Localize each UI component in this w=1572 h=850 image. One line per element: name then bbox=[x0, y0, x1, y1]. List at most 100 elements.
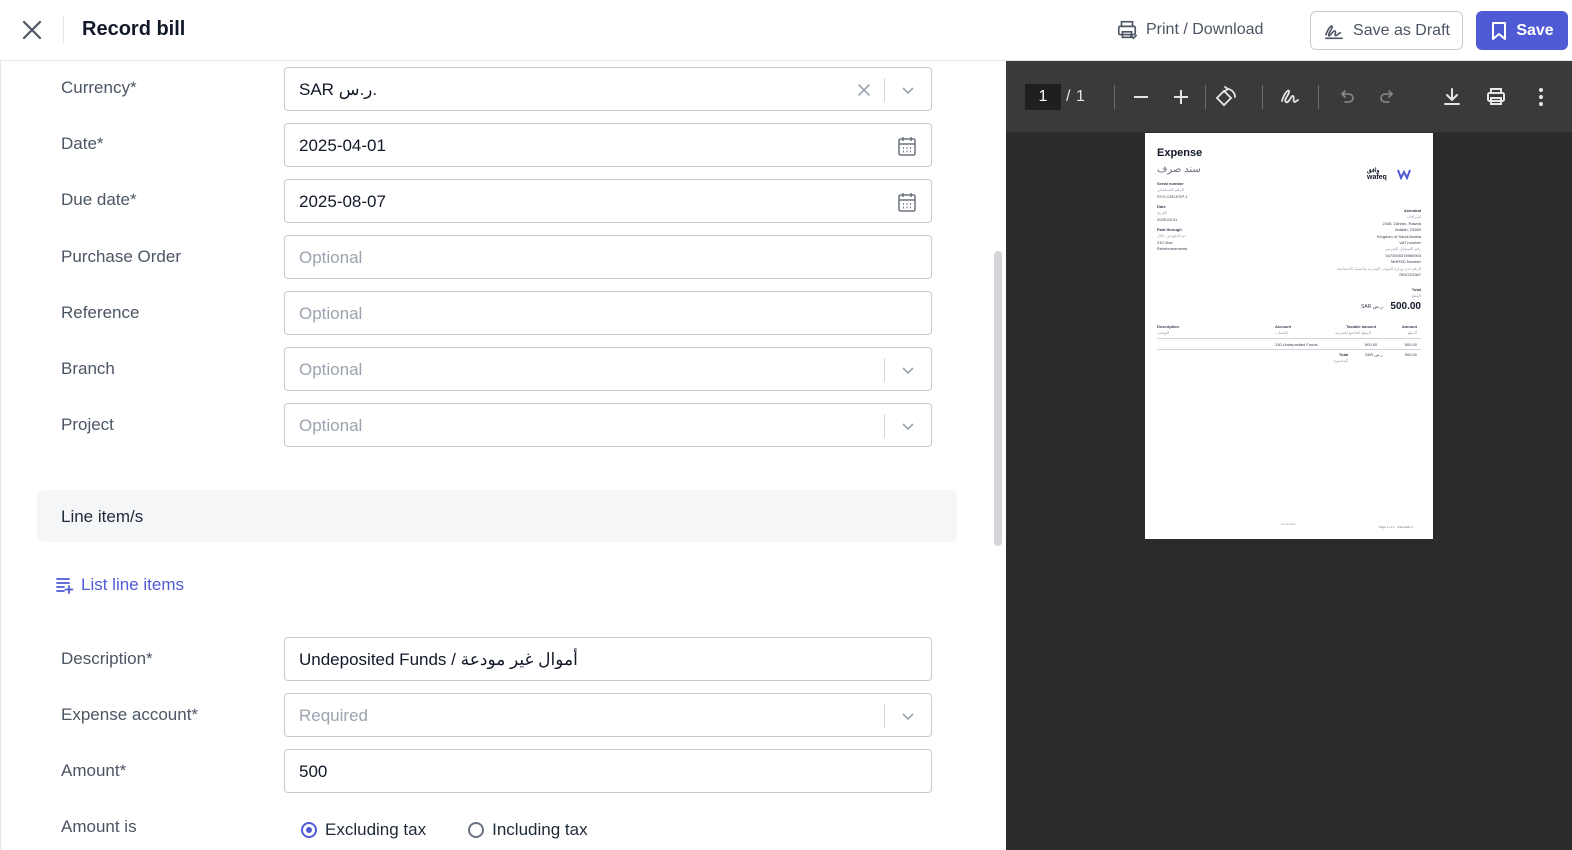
page-separator: / bbox=[1066, 88, 1071, 105]
doc-col-taxable-ar: المبلغ الخاضع للضريبة bbox=[1335, 330, 1371, 335]
doc-col-account: Account bbox=[1275, 324, 1291, 329]
doc-serial-label: Serial number bbox=[1157, 181, 1184, 186]
doc-row-taxable: 500.00 bbox=[1365, 342, 1378, 347]
select-divider bbox=[884, 78, 885, 102]
amount-label: Amount* bbox=[61, 761, 127, 780]
form-scrollbar[interactable] bbox=[994, 251, 1002, 546]
reference-input[interactable]: Optional bbox=[284, 291, 932, 335]
calendar-icon[interactable] bbox=[897, 135, 917, 157]
expense-account-label: Expense account* bbox=[61, 705, 199, 724]
chevron-down-icon[interactable] bbox=[899, 417, 917, 435]
download-icon bbox=[1444, 88, 1460, 105]
due-date-input[interactable]: 2025-08-07 bbox=[284, 179, 932, 223]
radio-unselected-icon bbox=[468, 822, 485, 838]
doc-total-label: Total bbox=[1411, 287, 1421, 292]
reference-placeholder: Optional bbox=[299, 304, 363, 323]
save-as-draft-label: Save as Draft bbox=[1353, 21, 1450, 39]
expense-account-select[interactable]: Required bbox=[284, 693, 932, 737]
page-number-input[interactable]: 1 bbox=[1025, 84, 1061, 110]
doc-rule bbox=[1157, 338, 1421, 339]
description-value: Undeposited Funds / أموال غير مودعة bbox=[299, 650, 578, 669]
doc-col-description: Description bbox=[1157, 324, 1180, 329]
purchase-order-label: Purchase Order bbox=[61, 247, 181, 266]
branch-placeholder: Optional bbox=[299, 360, 363, 379]
doc-title-ar: سند صرف bbox=[1157, 164, 1201, 175]
toolbar-divider bbox=[1205, 85, 1206, 109]
doc-serial-label-ar: الرقم التسلسلي bbox=[1157, 187, 1184, 192]
currency-select[interactable]: SAR ر.س. bbox=[284, 67, 932, 111]
print-download-label: Print / Download bbox=[1146, 21, 1264, 38]
download-button[interactable] bbox=[1439, 84, 1465, 110]
toolbar-divider bbox=[1262, 85, 1263, 109]
signature-icon bbox=[1325, 24, 1344, 39]
doc-paid-label-ar: تم الدفع من خلال bbox=[1157, 233, 1186, 238]
toolbar-divider bbox=[1318, 85, 1319, 109]
doc-foot-total-ar: المجموع bbox=[1334, 358, 1348, 363]
doc-total-value: 500.00 bbox=[1390, 301, 1421, 312]
including-tax-radio[interactable]: Including tax bbox=[468, 820, 588, 840]
amount-value: 500 bbox=[299, 762, 328, 781]
purchase-order-placeholder: Optional bbox=[299, 248, 363, 267]
clear-icon[interactable] bbox=[855, 81, 873, 99]
doc-date-value: 2025-04-01 bbox=[1157, 217, 1178, 222]
doc-col-amount: Amount bbox=[1401, 324, 1417, 329]
close-icon bbox=[22, 20, 42, 40]
amount-input[interactable]: 500 bbox=[284, 749, 932, 793]
amount-is-label: Amount is bbox=[61, 817, 137, 836]
calendar-icon[interactable] bbox=[897, 191, 917, 213]
print-download-button[interactable]: Print / Download bbox=[1116, 17, 1263, 43]
branch-select[interactable]: Optional bbox=[284, 347, 932, 391]
reference-label: Reference bbox=[61, 303, 140, 322]
bill-form: Currency* SAR ر.س. Date* 2025-04-01 Due … bbox=[0, 61, 1005, 850]
save-as-draft-button[interactable]: Save as Draft bbox=[1310, 11, 1463, 50]
line-items-section-header: Line item/s bbox=[37, 490, 957, 542]
undo-icon bbox=[1340, 90, 1354, 103]
doc-total-currency: SAR ر.س. bbox=[1361, 304, 1384, 310]
doc-col-taxable: Taxable amount bbox=[1346, 324, 1377, 329]
excluding-tax-radio[interactable]: Excluding tax bbox=[301, 820, 426, 840]
excluding-tax-label: Excluding tax bbox=[325, 820, 427, 839]
doc-date-label: Date bbox=[1157, 204, 1166, 209]
doc-serial-value: SYS-CSH-EXP-1 bbox=[1157, 194, 1188, 199]
chevron-down-icon[interactable] bbox=[899, 361, 917, 379]
close-button[interactable] bbox=[16, 14, 48, 46]
doc-rule bbox=[1157, 349, 1421, 350]
plus-icon bbox=[1174, 90, 1188, 104]
doc-total-label-ar: المبلغ bbox=[1411, 293, 1421, 298]
more-options-button[interactable] bbox=[1528, 84, 1554, 110]
printer-icon bbox=[1487, 88, 1505, 105]
pdf-viewer: 1 / 1 Expense سند صرف وافق wafeq Serial … bbox=[1006, 61, 1572, 850]
pdf-page: Expense سند صرف وافق wafeq Serial number… bbox=[1145, 133, 1433, 539]
chevron-down-icon[interactable] bbox=[899, 81, 917, 99]
date-input[interactable]: 2025-04-01 bbox=[284, 123, 932, 167]
project-label: Project bbox=[61, 415, 114, 434]
minus-icon bbox=[1134, 96, 1148, 98]
description-input[interactable]: Undeposited Funds / أموال غير مودعة bbox=[284, 637, 932, 681]
project-placeholder: Optional bbox=[299, 416, 363, 435]
page-total: 1 bbox=[1076, 88, 1085, 105]
print-button[interactable] bbox=[1483, 84, 1509, 110]
save-button[interactable]: Save bbox=[1476, 11, 1568, 50]
zoom-out-button[interactable] bbox=[1128, 84, 1154, 110]
doc-col-amount-ar: المبلغ bbox=[1407, 330, 1417, 335]
undo-button[interactable] bbox=[1334, 84, 1360, 110]
amount-is-radio-group: Excluding tax Including tax bbox=[301, 820, 588, 840]
zoom-in-button[interactable] bbox=[1168, 84, 1194, 110]
project-select[interactable]: Optional bbox=[284, 403, 932, 447]
chevron-down-icon[interactable] bbox=[899, 707, 917, 725]
date-label: Date* bbox=[61, 134, 104, 153]
list-line-items-link[interactable]: List line items bbox=[55, 575, 184, 595]
doc-paid-value-1: 210 Visa bbox=[1157, 240, 1173, 245]
currency-value: SAR ر.س. bbox=[299, 80, 378, 99]
redo-button[interactable] bbox=[1374, 84, 1400, 110]
expense-account-placeholder: Required bbox=[299, 706, 368, 725]
header-divider bbox=[63, 16, 64, 44]
toolbar-divider bbox=[1114, 85, 1115, 109]
description-label: Description* bbox=[61, 649, 153, 668]
doc-paid-value-2: Reimbursements bbox=[1157, 246, 1188, 251]
annotate-button[interactable] bbox=[1277, 84, 1303, 110]
purchase-order-input[interactable]: Optional bbox=[284, 235, 932, 279]
rotate-button[interactable] bbox=[1213, 84, 1239, 110]
bookmark-icon bbox=[1492, 21, 1507, 40]
due-date-value: 2025-08-07 bbox=[299, 192, 386, 211]
